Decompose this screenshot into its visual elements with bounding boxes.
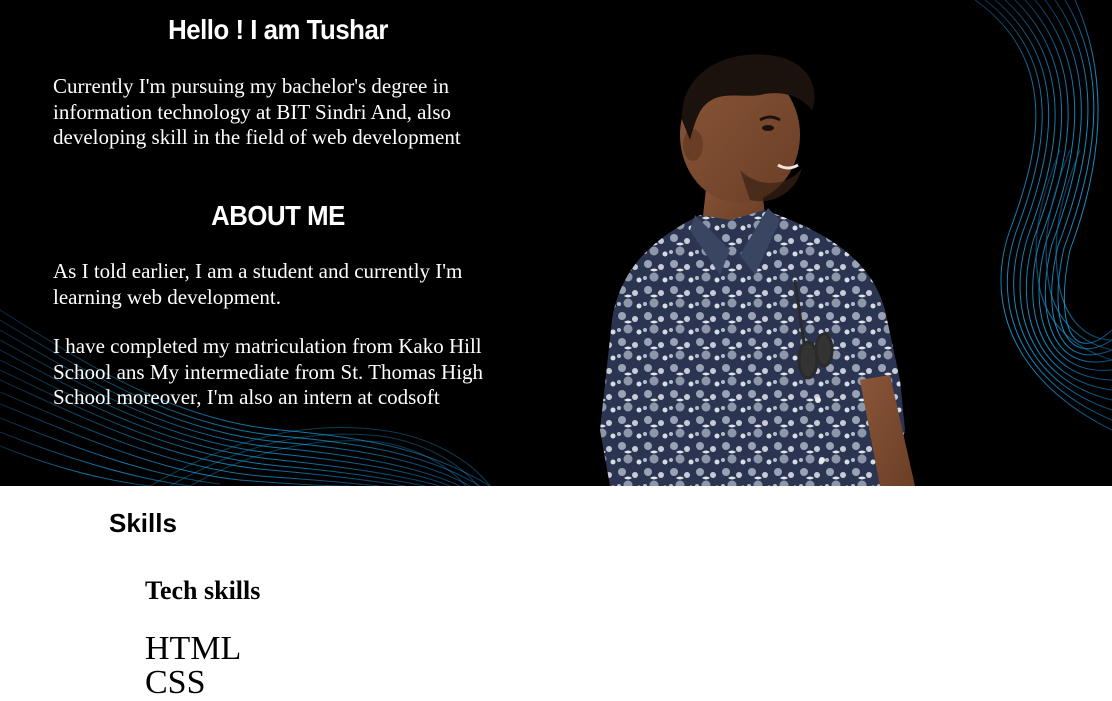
- wave-background: [0, 0, 1112, 486]
- list-item: CSS: [145, 664, 206, 701]
- skills-section: Skills Tech skills HTML CSS: [0, 486, 1112, 700]
- about-heading: ABOUT ME: [211, 200, 345, 231]
- about-paragraph-2: I have completed my matriculation from K…: [53, 334, 484, 409]
- right-wave-glow: [1035, 149, 1112, 361]
- right-wave: [974, 0, 1112, 431]
- about-paragraph-1: As I told earlier, I am a student and cu…: [53, 259, 463, 309]
- tech-skills-heading: Tech skills: [145, 576, 261, 605]
- profile-photo: [600, 54, 915, 486]
- list-item: HTML: [145, 630, 242, 667]
- intro-paragraph: Currently I'm pursuing my bachelor's deg…: [53, 74, 461, 149]
- greeting-heading: Hello ! I am Tushar: [168, 14, 388, 45]
- skills-heading: Skills: [109, 508, 177, 538]
- hero-section: Hello ! I am Tushar Currently I'm pursui…: [0, 0, 1112, 486]
